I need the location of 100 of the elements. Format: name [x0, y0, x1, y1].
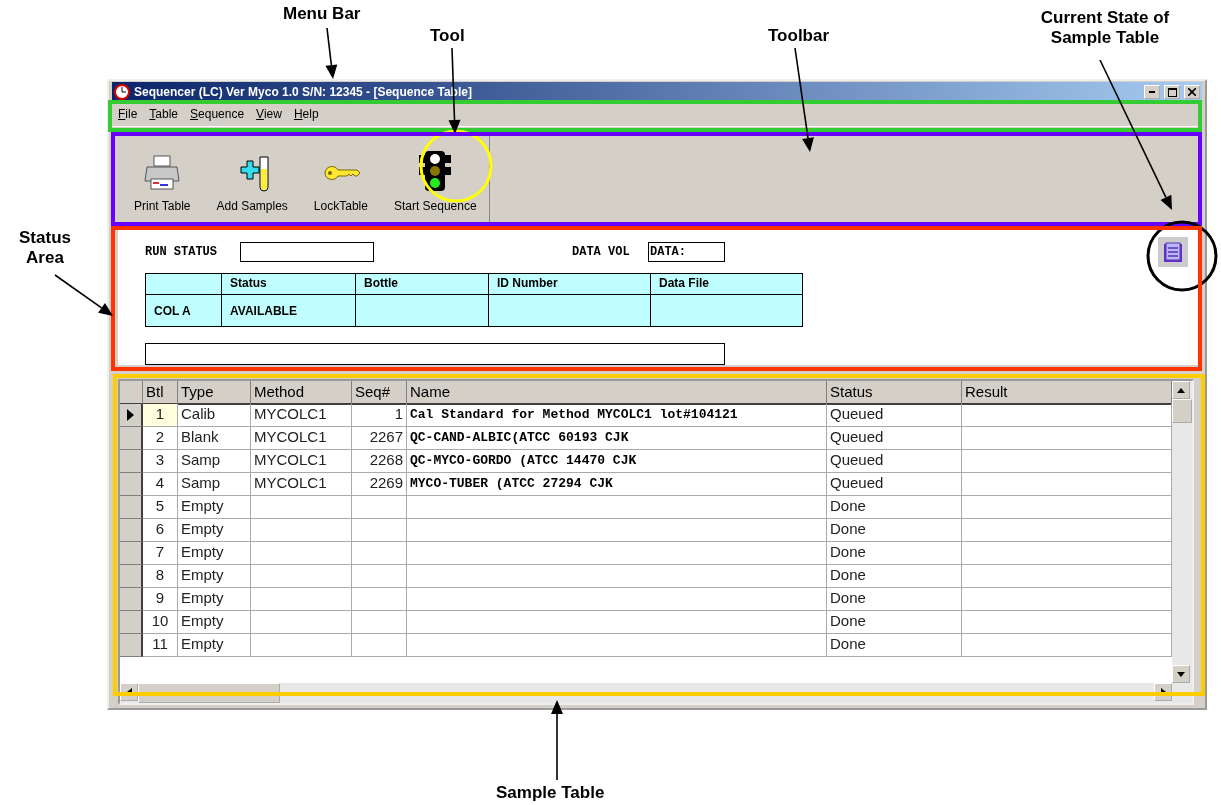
up-arrow-icon: [1177, 387, 1185, 393]
bottle-cell: 1: [143, 404, 178, 427]
callout-arrow: [54, 274, 113, 316]
column-header[interactable]: Name: [407, 381, 827, 405]
type-cell: Calib: [178, 404, 251, 427]
column-header: Status: [222, 274, 356, 294]
callout-label: Current State of Sample Table: [1039, 8, 1171, 48]
toolbar-button[interactable]: LockTable: [305, 133, 376, 223]
header-corner: [120, 381, 143, 405]
toolbar-button[interactable]: Print Table: [126, 133, 199, 223]
name-cell: Cal Standard for Method MYCOLC1 lot#104121: [407, 404, 827, 427]
status-cell: Done: [827, 611, 962, 634]
table-cell: [352, 542, 407, 565]
callout-label: Menu Bar: [283, 4, 361, 24]
type-cell: Empty: [178, 634, 251, 657]
status-cell: Done: [827, 634, 962, 657]
run-status-field[interactable]: [240, 242, 374, 262]
minimize-icon: [1149, 91, 1155, 93]
type-cell: Samp: [178, 473, 251, 496]
menu-item[interactable]: Table: [149, 107, 179, 121]
sequence-cell: 2268: [352, 450, 407, 473]
bottle-cell: 4: [143, 473, 178, 496]
bottle-cell: 6: [143, 519, 178, 542]
maximize-button[interactable]: [1164, 85, 1180, 99]
column-header: Bottle: [356, 274, 489, 294]
bottle-cell: 7: [143, 542, 178, 565]
bottle-cell: 3: [143, 450, 178, 473]
scroll-thumb[interactable]: [1172, 399, 1192, 423]
type-cell: Empty: [178, 542, 251, 565]
status-cell: Done: [827, 519, 962, 542]
bottle-cell: 2: [143, 427, 178, 450]
close-button[interactable]: [1184, 85, 1200, 99]
data-vol-label: DATA VOL: [572, 245, 631, 259]
menu-item[interactable]: Sequence: [190, 107, 245, 121]
row-header[interactable]: [120, 427, 143, 450]
name-cell: QC-CAND-ALBIC(ATCC 60193 CJK: [407, 427, 827, 450]
scroll-up-button[interactable]: [1172, 381, 1190, 399]
sequence-cell: 1: [352, 404, 407, 427]
column-header[interactable]: Status: [827, 381, 962, 405]
row-header[interactable]: [120, 565, 143, 588]
status-cell: Done: [827, 496, 962, 519]
down-arrow-icon: [1177, 671, 1185, 677]
row-header[interactable]: [120, 473, 143, 496]
scroll-down-button[interactable]: [1172, 665, 1190, 683]
row-header[interactable]: [120, 588, 143, 611]
bottle-cell: 11: [143, 634, 178, 657]
sequence-cell: 2267: [352, 427, 407, 450]
bottle-cell: 8: [143, 565, 178, 588]
status-cell: Queued: [827, 404, 962, 427]
menu-item[interactable]: File: [118, 107, 138, 121]
table-cell: [352, 611, 407, 634]
table-state-icon[interactable]: [1158, 237, 1188, 267]
column-header[interactable]: Seq#: [352, 381, 407, 405]
row-header[interactable]: [120, 496, 143, 519]
printer-icon: [142, 153, 183, 193]
column-header[interactable]: Result: [962, 381, 1172, 405]
close-icon: [1188, 88, 1196, 96]
callout-arrow: [325, 27, 338, 79]
column-header: Data File: [658, 275, 710, 292]
message-field[interactable]: [145, 343, 725, 365]
menu-item[interactable]: View: [256, 107, 282, 121]
method-cell: MYCOLC1: [251, 404, 352, 427]
row-header[interactable]: [120, 404, 143, 427]
table-cell: [352, 496, 407, 519]
bottle-cell: 10: [143, 611, 178, 634]
toolbar-button[interactable]: Start Sequence: [385, 133, 485, 223]
row-pointer-icon: [127, 409, 134, 421]
bottle-cell: 5: [143, 496, 178, 519]
name-cell: QC-MYCO-GORDO (ATCC 14470 CJK: [407, 450, 827, 473]
type-cell: Empty: [178, 496, 251, 519]
type-cell: Empty: [178, 611, 251, 634]
name-cell: MYCO-TUBER (ATCC 27294 CJK: [407, 473, 827, 496]
column-header: ID Number: [489, 274, 651, 294]
type-cell: Samp: [178, 450, 251, 473]
status-cell: AVAILABLE: [222, 294, 356, 326]
status-cell: Done: [827, 542, 962, 565]
callout-label: Toolbar: [768, 26, 830, 46]
table-cell: [352, 588, 407, 611]
run-status-label: RUN STATUS: [145, 245, 218, 259]
table-cell: [352, 634, 407, 657]
sequence-cell: 2269: [352, 473, 407, 496]
column-header[interactable]: Method: [251, 381, 352, 405]
row-header[interactable]: [120, 611, 143, 634]
method-cell: MYCOLC1: [251, 427, 352, 450]
menu-item[interactable]: Help: [293, 107, 319, 121]
minimize-button[interactable]: [1144, 85, 1160, 99]
data-vol-field[interactable]: DATA:: [648, 242, 725, 262]
column-header[interactable]: Btl: [143, 381, 178, 405]
row-header[interactable]: [120, 542, 143, 565]
vertical-scrollbar[interactable]: [1172, 381, 1192, 683]
clock-icon: [114, 84, 130, 100]
toolbar-button[interactable]: Add Samples: [208, 133, 296, 223]
row-header[interactable]: [120, 519, 143, 542]
row-header[interactable]: [120, 634, 143, 657]
type-cell: Empty: [178, 519, 251, 542]
row-header[interactable]: [120, 450, 143, 473]
bottle-cell: 9: [143, 588, 178, 611]
callout-label: Tool: [430, 26, 465, 46]
status-cell: Done: [827, 565, 962, 588]
column-header[interactable]: Type: [178, 381, 251, 405]
